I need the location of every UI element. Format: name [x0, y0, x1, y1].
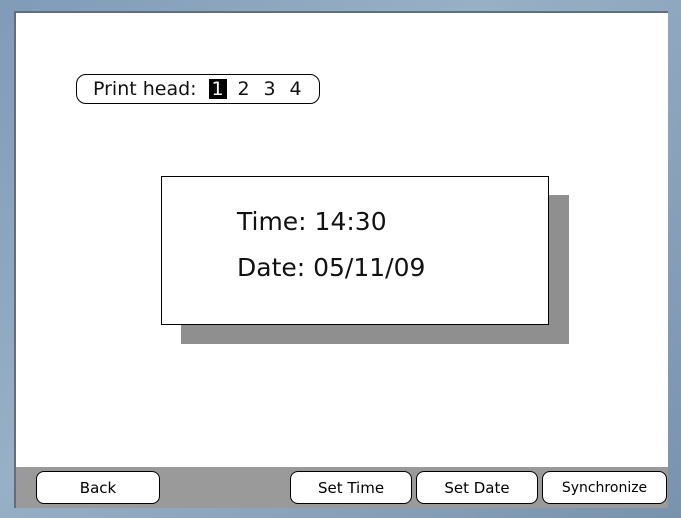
time-readout: Time: 14:30: [237, 207, 387, 236]
set-time-button[interactable]: Set Time: [290, 471, 412, 504]
back-button[interactable]: Back: [36, 471, 160, 504]
print-head-4[interactable]: 4: [287, 79, 305, 99]
softkey-bar: Back Set Time Set Date Synchronize: [16, 467, 668, 508]
synchronize-button[interactable]: Synchronize: [542, 471, 667, 504]
print-head-label: Print head:: [93, 78, 197, 100]
display-screen: Print head: 1 2 3 4 Time: 14:30 Date: 05…: [14, 11, 668, 508]
print-head-3[interactable]: 3: [261, 79, 279, 99]
date-readout: Date: 05/11/09: [237, 253, 426, 282]
set-date-button[interactable]: Set Date: [416, 471, 538, 504]
print-head-1[interactable]: 1: [208, 79, 227, 99]
print-head-selector[interactable]: Print head: 1 2 3 4: [76, 74, 320, 104]
time-date-panel: Time: 14:30 Date: 05/11/09: [161, 176, 549, 325]
print-head-2[interactable]: 2: [235, 79, 253, 99]
device-bezel: Print head: 1 2 3 4 Time: 14:30 Date: 05…: [0, 0, 681, 518]
